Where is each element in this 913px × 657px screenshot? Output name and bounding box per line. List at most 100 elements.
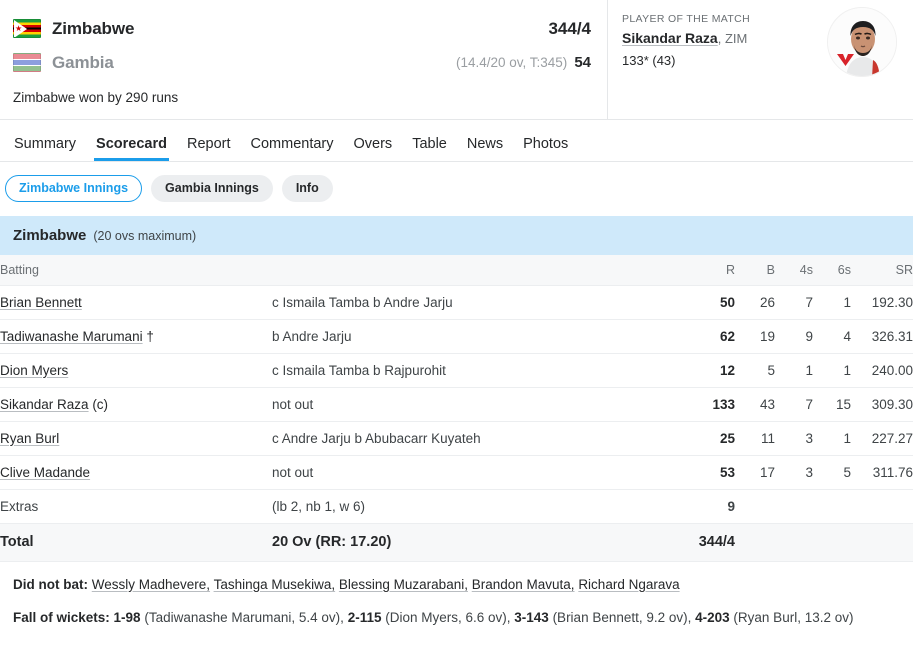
column-header-strike-rate: SR	[851, 255, 913, 286]
did-not-bat-player[interactable]: Wessly Madhevere,	[92, 577, 210, 592]
innings-team-name: Zimbabwe	[13, 227, 87, 244]
chip-zimbabwe-innings[interactable]: Zimbabwe Innings	[5, 175, 143, 202]
player-of-the-match-panel: PLAYER OF THE MATCH Sikandar Raza, ZIM 1…	[608, 0, 913, 119]
innings-overs-note: (20 ovs maximum)	[93, 229, 197, 243]
fall-of-wickets-block: Fall of wickets: 1-98 (Tadiwanashe Marum…	[13, 608, 900, 628]
sixes-value: 1	[813, 421, 851, 456]
runs-value: 62	[690, 319, 735, 354]
sixes-value: 4	[813, 319, 851, 354]
potm-avatar-image	[828, 8, 896, 76]
section-tabs: Summary Scorecard Report Commentary Over…	[0, 120, 913, 162]
fow-detail: (Brian Bennett, 9.2 ov),	[548, 610, 696, 626]
fow-key: 1-98	[113, 610, 141, 626]
batting-scorecard-table: Batting R B 4s 6s SR Brian Bennett c Ism…	[0, 255, 913, 562]
sixes-value: 15	[813, 387, 851, 422]
tab-overs[interactable]: Overs	[354, 136, 393, 161]
total-value: 344/4	[690, 523, 735, 562]
table-header: Batting R B 4s 6s SR	[0, 255, 913, 286]
strike-rate-value: 309.30	[851, 387, 913, 422]
runs-value: 25	[690, 421, 735, 456]
dismissal-text: c Ismaila Tamba b Rajpurohit	[272, 353, 690, 388]
fow-key: 3-143	[514, 610, 549, 626]
player-role-mark: †	[142, 328, 154, 344]
score-meta-away: (14.4/20 ov, T:345)	[455, 55, 568, 70]
total-row: Total 20 Ov (RR: 17.20) 344/4	[0, 523, 913, 562]
dismissal-text: not out	[272, 387, 690, 422]
potm-player-link[interactable]: Sikandar Raza	[622, 30, 718, 46]
player-link[interactable]: Dion Myers	[0, 363, 68, 378]
potm-name-line: Sikandar Raza, ZIM	[622, 30, 750, 46]
extras-row: Extras (lb 2, nb 1, w 6) 9	[0, 489, 913, 524]
fours-value: 1	[775, 353, 813, 388]
sixes-value: 1	[813, 285, 851, 320]
chip-gambia-innings[interactable]: Gambia Innings	[151, 175, 273, 202]
extras-label: Extras	[0, 489, 272, 524]
chip-info[interactable]: Info	[281, 175, 333, 202]
strike-rate-value: 311.76	[851, 455, 913, 490]
player-link[interactable]: Brian Bennett	[0, 295, 82, 310]
balls-value: 11	[735, 421, 775, 456]
score-area-away: (14.4/20 ov, T:345) 54	[456, 54, 591, 71]
did-not-bat-player[interactable]: Brandon Mavuta,	[472, 577, 575, 592]
tab-photos[interactable]: Photos	[523, 136, 568, 161]
fow-detail: (Dion Myers, 6.6 ov),	[381, 610, 515, 626]
batting-rows: Brian Bennett c Ismaila Tamba b Andre Ja…	[0, 285, 913, 562]
total-detail: 20 Ov (RR: 17.20)	[272, 523, 690, 562]
tab-summary[interactable]: Summary	[14, 136, 76, 161]
tab-scorecard[interactable]: Scorecard	[94, 136, 169, 161]
potm-avatar	[827, 7, 897, 77]
innings-header-bar: Zimbabwe (20 ovs maximum)	[0, 216, 913, 255]
total-label: Total	[0, 523, 272, 562]
player-link[interactable]: Tadiwanashe Marumani	[0, 329, 143, 344]
team-name-home: Zimbabwe	[52, 18, 135, 38]
zimbabwe-flag-icon	[13, 19, 41, 38]
match-result-text: Zimbabwe won by 290 runs	[13, 90, 179, 105]
column-header-fours: 4s	[775, 255, 813, 286]
extras-detail: (lb 2, nb 1, w 6)	[272, 489, 690, 524]
player-role-mark: (c)	[88, 396, 109, 412]
player-link[interactable]: Ryan Burl	[0, 431, 59, 446]
balls-value: 19	[735, 319, 775, 354]
did-not-bat-player[interactable]: Richard Ngarava	[578, 577, 679, 592]
tab-report[interactable]: Report	[187, 136, 231, 161]
did-not-bat-block: Did not bat: Wessly Madhevere, Tashinga …	[13, 575, 900, 595]
column-header-balls: B	[735, 255, 775, 286]
fours-value: 3	[775, 455, 813, 490]
table-row: Dion Myers c Ismaila Tamba b Rajpurohit …	[0, 353, 913, 388]
column-header-runs: R	[690, 255, 735, 286]
extras-value: 9	[690, 489, 735, 524]
did-not-bat-player[interactable]: Blessing Muzarabani,	[339, 577, 468, 592]
dismissal-text: c Ismaila Tamba b Andre Jarju	[272, 285, 690, 320]
column-header-sixes: 6s	[813, 255, 851, 286]
fow-detail: (Ryan Burl, 13.2 ov)	[729, 610, 854, 626]
tab-table[interactable]: Table	[412, 136, 447, 161]
strike-rate-value: 240.00	[851, 353, 913, 388]
strike-rate-value: 326.31	[851, 319, 913, 354]
gambia-flag-icon	[13, 53, 41, 72]
player-link[interactable]: Sikandar Raza	[0, 397, 89, 412]
team-row-away[interactable]: Gambia (14.4/20 ov, T:345) 54	[13, 47, 591, 78]
runs-value: 133	[690, 387, 735, 422]
team-row-home[interactable]: Zimbabwe 344/4	[13, 13, 591, 44]
tab-commentary[interactable]: Commentary	[251, 136, 334, 161]
table-row: Sikandar Raza (c) not out 133 43 7 15 30…	[0, 387, 913, 422]
fow-key: 4-203	[695, 610, 730, 626]
balls-value: 43	[735, 387, 775, 422]
innings-selector: Zimbabwe Innings Gambia Innings Info	[0, 162, 913, 216]
fow-key: 2-115	[347, 610, 382, 626]
strike-rate-value: 227.27	[851, 421, 913, 456]
match-summary-panel: Zimbabwe 344/4 Gambia (14.4/20 ov, T:345…	[0, 0, 608, 119]
potm-figures: 133* (43)	[622, 53, 676, 68]
table-row: Clive Madande not out 53 17 3 5 311.76	[0, 455, 913, 490]
did-not-bat-player[interactable]: Tashinga Musekiwa,	[214, 577, 336, 592]
runs-value: 50	[690, 285, 735, 320]
table-row: Tadiwanashe Marumani † b Andre Jarju 62 …	[0, 319, 913, 354]
tab-news[interactable]: News	[467, 136, 503, 161]
sixes-value: 1	[813, 353, 851, 388]
dismissal-text: c Andre Jarju b Abubacarr Kuyateh	[272, 421, 690, 456]
potm-label: PLAYER OF THE MATCH	[622, 13, 750, 25]
player-link[interactable]: Clive Madande	[0, 465, 90, 480]
column-header-batting: Batting	[0, 255, 272, 286]
innings-notes: Did not bat: Wessly Madhevere, Tashinga …	[0, 562, 913, 628]
table-row: Brian Bennett c Ismaila Tamba b Andre Ja…	[0, 285, 913, 320]
